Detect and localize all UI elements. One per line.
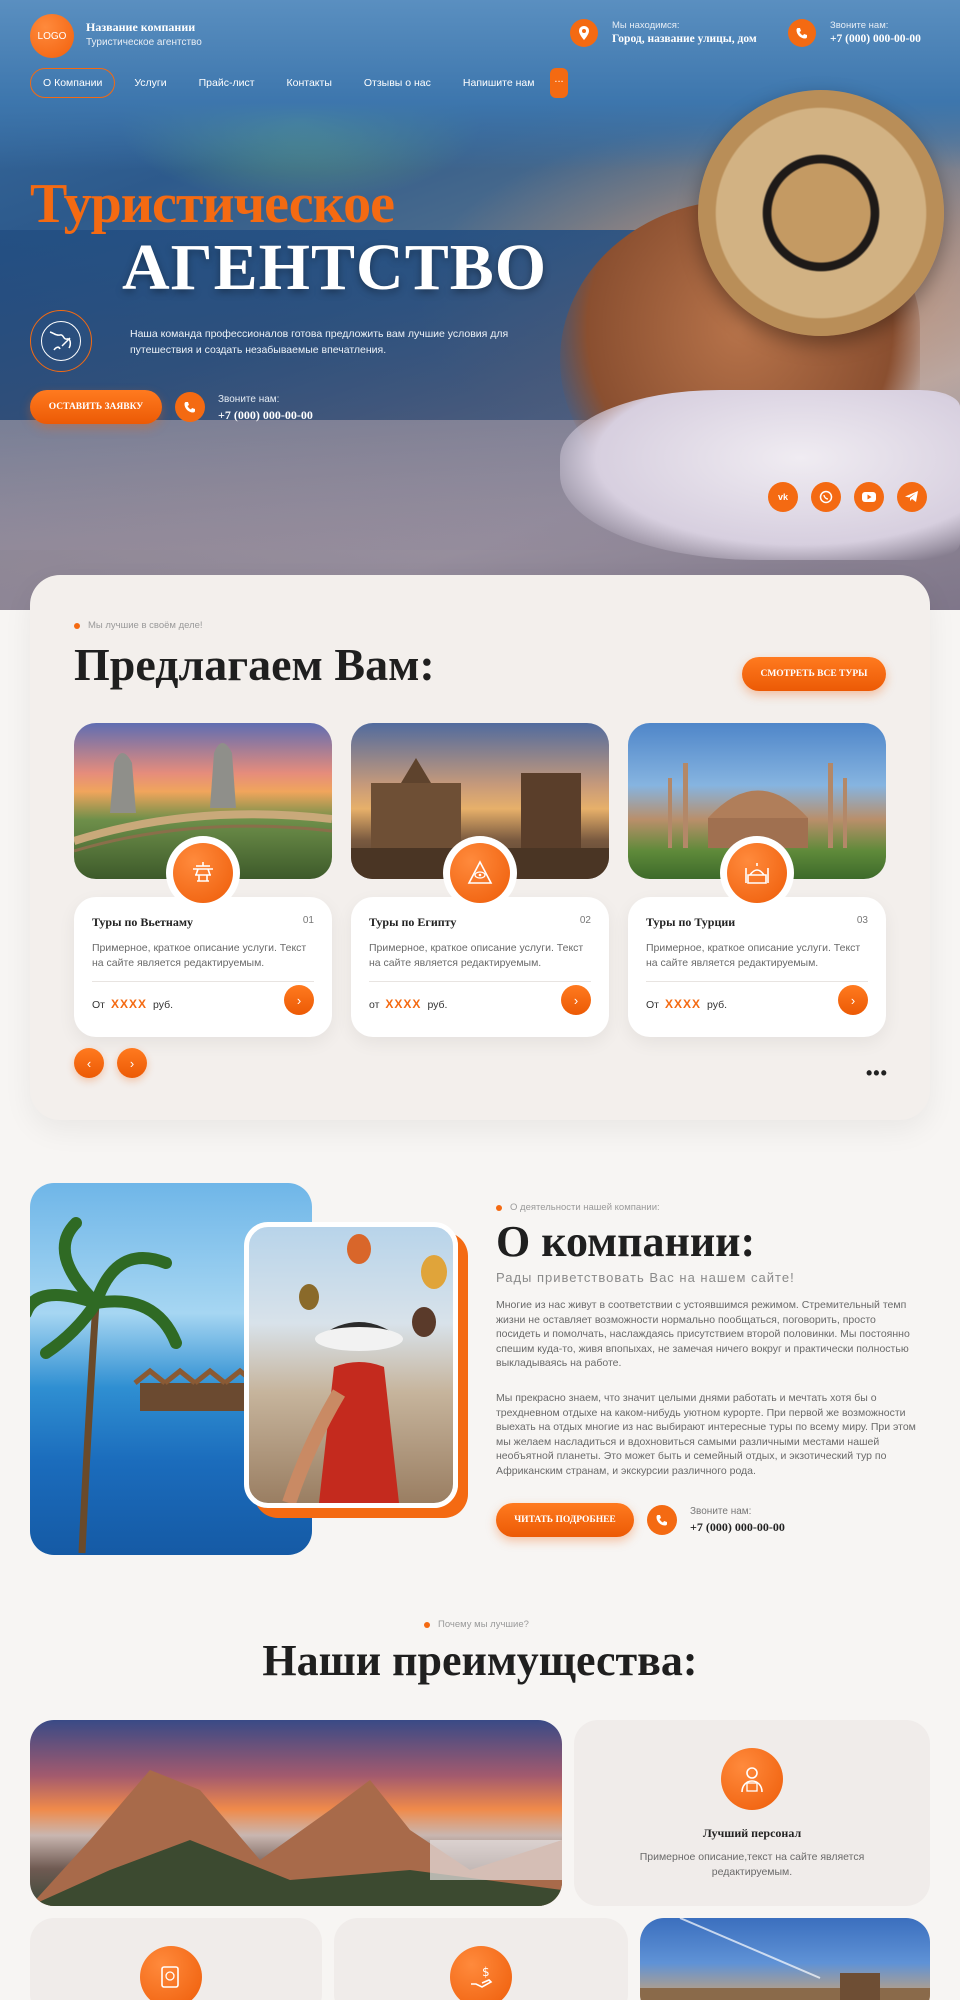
card-number: 01: [302, 915, 314, 926]
read-more-button[interactable]: ЧИТАТЬ ПОДРОБНЕЕ: [496, 1503, 634, 1537]
card-price: От XXXX руб.: [92, 997, 174, 1011]
about-title: О компании:: [496, 1217, 756, 1266]
more-dots[interactable]: •••: [866, 1063, 888, 1084]
advantage-card-documents: [30, 1918, 322, 2000]
nav-item-pricelist[interactable]: Прайс-лист: [186, 68, 268, 98]
hero-hat-image: [698, 90, 944, 336]
hero-phone-icon[interactable]: [175, 392, 205, 422]
location-value: Город, название улицы, дом: [612, 33, 757, 45]
about-paragraph-1: Многие из нас живут в соответствии с уст…: [496, 1299, 910, 1369]
company-subtitle: Туристическое агентство: [86, 37, 202, 48]
hero-section: LOGO Название компании Туристическое аге…: [0, 0, 960, 610]
document-globe-icon: [140, 1946, 202, 2000]
city-photo-image: [640, 1918, 930, 2000]
card-title[interactable]: Туры по Египту: [369, 915, 456, 930]
hero-title-line2: АГЕНТСТВО: [122, 231, 548, 304]
card-number: 03: [856, 915, 868, 926]
advantages-eyebrow: Почему мы лучшие?: [424, 1619, 529, 1630]
leave-request-button[interactable]: ОСТАВИТЬ ЗАЯВКУ: [30, 390, 162, 424]
card-number: 02: [579, 915, 591, 926]
staff-icon: [721, 1748, 783, 1810]
nav-item-about[interactable]: О Компании: [30, 68, 116, 98]
location-label: Мы находимся:: [612, 20, 680, 31]
view-all-tours-button[interactable]: СМОТРЕТЬ ВСЕ ТУРЫ: [742, 657, 886, 691]
whatsapp-icon[interactable]: [811, 482, 841, 512]
nav-item-services[interactable]: Услуги: [121, 68, 179, 98]
about-phone-icon[interactable]: [647, 1505, 677, 1535]
card-description: Примерное, краткое описание услуги. Текс…: [92, 942, 307, 969]
card-arrow-button[interactable]: ›: [838, 985, 868, 1015]
header-call-label: Звоните нам:: [830, 20, 889, 31]
about-paragraph-2: Мы прекрасно знаем, что значит целыми дн…: [496, 1392, 916, 1477]
vk-icon[interactable]: vk: [768, 482, 798, 512]
advantage-card-prices: $: [334, 1918, 628, 2000]
card-description: Примерное, краткое описание услуги. Текс…: [369, 942, 584, 969]
header-phone[interactable]: +7 (000) 000-00-00: [830, 33, 921, 45]
pyramid-eye-icon: [450, 843, 510, 903]
youtube-icon[interactable]: [854, 482, 884, 512]
hero-title-line1: Туристическое: [30, 173, 395, 235]
card-description: Примерное, краткое описание услуги. Текс…: [646, 942, 861, 969]
mountain-sunset-image: [30, 1720, 562, 1906]
about-subtitle: Рады приветствовать Вас на нашем сайте!: [496, 1270, 795, 1285]
hero-description: Наша команда профессионалов готова предл…: [130, 328, 509, 356]
advantage-card-staff: Лучший персонал Примерное описание,текст…: [574, 1720, 930, 1906]
location-pin-icon: [570, 19, 598, 47]
carousel-next-button[interactable]: ›: [117, 1048, 147, 1078]
carousel-prev-button[interactable]: ‹: [74, 1048, 104, 1078]
nav-item-write-us[interactable]: Напишите нам: [450, 68, 548, 98]
offer-eyebrow: Мы лучшие в своём деле!: [74, 620, 203, 631]
advantages-title: Наши преимущества:: [262, 1636, 698, 1685]
nav-item-contacts[interactable]: Контакты: [274, 68, 345, 98]
telegram-icon[interactable]: [897, 482, 927, 512]
card-title[interactable]: Туры по Вьетнаму: [92, 915, 193, 930]
hero-call-label: Звоните нам:: [218, 394, 280, 405]
phone-icon[interactable]: [788, 19, 816, 47]
pagoda-icon: [173, 843, 233, 903]
card-price: От XXXX руб.: [646, 997, 728, 1011]
offer-title: Предлагаем Вам:: [74, 639, 435, 690]
card-arrow-button[interactable]: ›: [561, 985, 591, 1015]
advantage-title: Лучший персонал: [702, 1826, 802, 1840]
card-title[interactable]: Туры по Турции: [646, 915, 735, 930]
balloons-woman-image: [244, 1222, 458, 1508]
nav-item-reviews[interactable]: Отзывы о нас: [351, 68, 444, 98]
logo[interactable]: LOGO: [30, 14, 74, 58]
card-arrow-button[interactable]: ›: [284, 985, 314, 1015]
hero-phone-number[interactable]: +7 (000) 000-00-00: [218, 408, 313, 423]
globe-icon: [30, 310, 92, 372]
nav-more-button[interactable]: ...: [550, 68, 568, 98]
advantage-description: Примерное описание,текст на сайте являет…: [639, 1851, 865, 1878]
about-call-label: Звоните нам:: [690, 1506, 752, 1517]
svg-text:$: $: [482, 1965, 490, 1979]
mosque-icon: [727, 843, 787, 903]
money-hand-icon: $: [450, 1946, 512, 2000]
about-phone-number[interactable]: +7 (000) 000-00-00: [690, 1520, 785, 1535]
company-name: Название компании: [86, 20, 196, 34]
about-eyebrow: О деятельности нашей компании:: [496, 1202, 660, 1213]
card-price: от XXXX руб.: [369, 997, 448, 1011]
main-nav: О Компании Услуги Прайс-лист Контакты От…: [30, 68, 547, 98]
